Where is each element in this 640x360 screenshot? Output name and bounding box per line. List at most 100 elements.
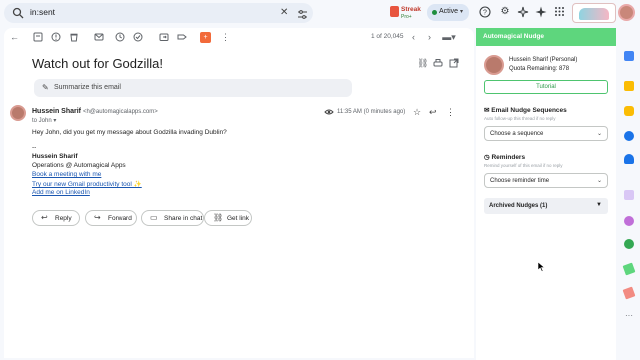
chevron-down-icon: ⌄ <box>596 178 602 184</box>
sender-name[interactable]: Hussein Sharif <box>32 108 81 115</box>
purple-addon-icon[interactable] <box>624 216 634 226</box>
clear-search-icon[interactable]: ✕ <box>280 7 288 19</box>
label-icon[interactable] <box>176 32 187 43</box>
delete-icon[interactable] <box>68 32 79 43</box>
chevron-down-icon: ▾ <box>460 9 464 15</box>
message-time: 11:35 AM (0 minutes ago) <box>337 109 406 115</box>
recipient-line[interactable]: to John ▾ <box>32 117 56 124</box>
streak-box-icon[interactable]: + <box>200 32 211 43</box>
reminders-title: Reminders <box>491 154 526 161</box>
contacts-app-icon[interactable] <box>624 154 634 164</box>
tutorial-button[interactable]: Tutorial <box>484 80 608 94</box>
sender-line: Hussein Sharif <h@automagicalapps.com> <box>32 108 158 115</box>
streak-tracking-icon[interactable] <box>324 107 334 119</box>
signature-title: Operations @ Automagical Apps <box>32 162 126 169</box>
more-vert-icon[interactable]: ⋮ <box>446 107 455 118</box>
reply-icon[interactable]: ↩ <box>429 107 437 118</box>
report-spam-icon[interactable] <box>50 32 61 43</box>
star-icon[interactable]: ☆ <box>413 107 421 118</box>
nudge-quota: Quota Remaining: 878 <box>509 66 570 72</box>
summarize-label: Summarize this email <box>54 84 121 91</box>
green-addon-icon[interactable] <box>624 239 634 249</box>
gemini-icon[interactable] <box>517 6 529 18</box>
sequence-select[interactable]: Choose a sequence ⌄ <box>484 126 608 141</box>
account-avatar[interactable] <box>618 4 635 21</box>
brand-graphic <box>579 8 609 20</box>
snooze-icon[interactable] <box>114 32 125 43</box>
move-to-icon[interactable] <box>158 32 169 43</box>
signature-linkedin-link[interactable]: Add me on LinkedIn <box>32 189 90 196</box>
signature-meeting-link[interactable]: Book a meeting with me <box>32 171 101 178</box>
status-selector[interactable]: Active ▾ <box>427 4 469 21</box>
summarize-email-button[interactable]: ✎ Summarize this email <box>34 79 352 97</box>
archive-icon[interactable] <box>32 32 43 43</box>
sequences-title: Email Nudge Sequences <box>491 107 567 114</box>
print-icon[interactable] <box>433 58 443 70</box>
back-arrow-icon[interactable]: ← <box>9 32 20 43</box>
more-apps-icon[interactable]: ··· <box>624 311 634 321</box>
open-new-window-icon[interactable] <box>449 58 459 70</box>
svg-text:?: ? <box>483 10 487 17</box>
tasks-app-icon[interactable] <box>624 131 634 141</box>
chevron-down-icon: ⌄ <box>596 131 602 137</box>
email-subject: Watch out for Godzilla! <box>32 56 164 71</box>
nudge-title: Automagical Nudge <box>483 33 545 40</box>
search-input[interactable]: in:sent <box>30 7 55 17</box>
sequences-section: ✉ Email Nudge Sequences <box>484 106 567 114</box>
more-options-icon[interactable]: ⋮ <box>220 32 231 43</box>
share-in-chat-button[interactable]: ▭ Share in chat <box>141 210 204 226</box>
settings-icon[interactable]: ⚙ <box>499 6 511 18</box>
streak-name: Streak <box>401 6 421 13</box>
getlink-label: Get link <box>227 215 250 222</box>
caret-down-icon: ▼ <box>596 202 602 208</box>
clock-icon: ◷ <box>484 154 490 161</box>
share-label: Share in chat <box>164 215 203 222</box>
newer-arrow-icon[interactable]: ‹ <box>408 32 419 43</box>
email-greeting: Hey John, did you get my message about G… <box>32 129 227 136</box>
signature-tool-link[interactable]: Try our new Gmail productivity tool ✨ <box>32 180 142 188</box>
reminder-select[interactable]: Choose reminder time ⌄ <box>484 173 608 188</box>
chat-icon: ▭ <box>150 213 158 222</box>
reminders-subtitle: Remind yourself of this email if no repl… <box>484 163 563 168</box>
red-addon-icon[interactable] <box>622 286 636 300</box>
keyboard-icon[interactable]: ▬▾ <box>441 32 457 43</box>
keep-app-icon[interactable] <box>624 81 634 91</box>
nudge-addon-icon[interactable] <box>622 262 636 276</box>
addon-app-icon[interactable] <box>624 190 634 200</box>
account-brand-image[interactable] <box>572 3 616 23</box>
link-icon[interactable]: ⛓ <box>417 58 428 69</box>
message-toolbar: ← + ⋮ 1 of 20,045 ‹ › ▬▾ <box>4 28 474 46</box>
search-icon[interactable] <box>12 6 24 24</box>
search-bar[interactable]: in:sent ✕ <box>4 3 313 23</box>
sparkle-icon[interactable] <box>535 6 547 18</box>
streak-button[interactable]: Streak Pro+ <box>390 5 421 21</box>
help-icon[interactable]: ? <box>479 6 491 18</box>
streak-app-icon[interactable] <box>624 106 634 116</box>
reminders-section: ◷ Reminders <box>484 153 525 161</box>
recipient: to John <box>32 118 52 124</box>
mouse-cursor-icon <box>538 262 546 272</box>
nudge-header: Automagical Nudge <box>476 28 616 46</box>
archived-label: Archived Nudges (1) <box>489 203 548 209</box>
older-arrow-icon[interactable]: › <box>424 32 435 43</box>
apps-grid-icon[interactable] <box>553 6 565 18</box>
nudge-user-name: Hussein Sharif (Personal) <box>509 57 578 63</box>
mark-unread-icon[interactable] <box>93 32 104 43</box>
reply-button[interactable]: ↩ Reply <box>32 210 80 226</box>
sender-avatar[interactable] <box>10 105 26 121</box>
archived-nudges-toggle[interactable]: Archived Nudges (1) ▼ <box>484 198 608 214</box>
page-count: 1 of 20,045 <box>371 33 404 40</box>
sequences-subtitle: Auto follow-up this thread if no reply <box>484 116 556 121</box>
get-link-button[interactable]: ⛓ Get link <box>204 210 252 226</box>
signature-separator: -- <box>32 144 37 151</box>
sequence-select-value: Choose a sequence <box>490 131 544 137</box>
calendar-app-icon[interactable] <box>624 51 634 61</box>
top-bar: in:sent ✕ Streak Pro+ Active ▾ ? ⚙ <box>0 0 640 26</box>
streak-plan: Pro+ <box>401 14 412 20</box>
forward-button[interactable]: ↪ Forward <box>85 210 137 226</box>
add-task-icon[interactable] <box>132 32 143 43</box>
nudge-panel: Automagical Nudge Hussein Sharif (Person… <box>476 28 616 360</box>
search-options-icon[interactable] <box>297 7 308 25</box>
summarize-icon: ✎ <box>42 83 49 92</box>
message-view: ← + ⋮ 1 of 20,045 ‹ › ▬▾ Watch out for G… <box>4 28 474 358</box>
